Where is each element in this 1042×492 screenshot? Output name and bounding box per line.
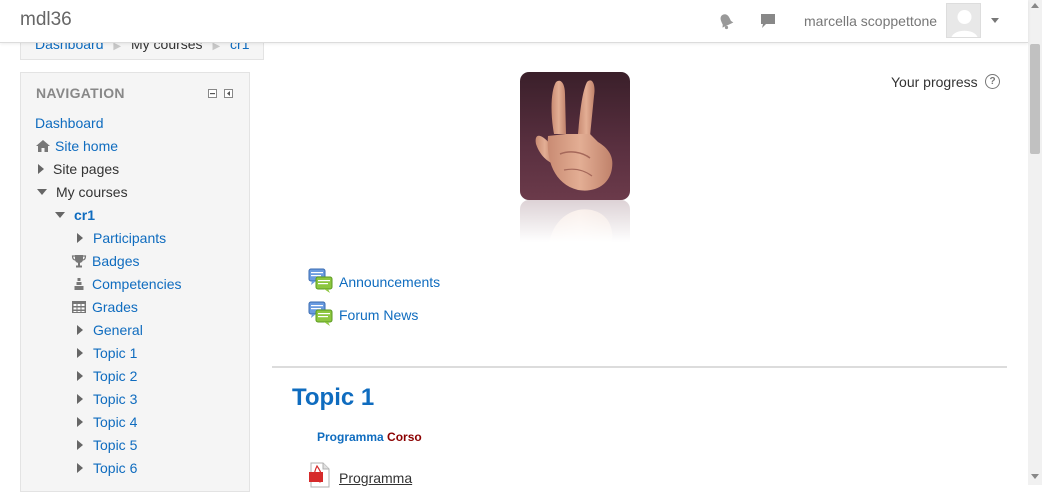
nav-topic-label: Topic 6: [93, 460, 138, 476]
competency-icon: [74, 278, 84, 290]
course-content: Your progress ? Announcements Forum News…: [272, 42, 1007, 488]
caret-right-icon: [77, 371, 83, 381]
site-name[interactable]: mdl36: [20, 9, 72, 31]
caret-right-icon: [77, 417, 83, 427]
avatar[interactable]: [946, 3, 981, 38]
scroll-up-icon[interactable]: [1031, 3, 1039, 8]
caret-right-icon: [38, 164, 44, 174]
summary-part-2: Corso: [387, 430, 422, 444]
caret-right-icon: [77, 233, 83, 243]
forum-icon: [308, 301, 333, 326]
caret-right-icon: [77, 463, 83, 473]
home-icon: [36, 140, 50, 152]
nav-topic-2[interactable]: Topic 2: [77, 368, 137, 384]
forum-icon: [308, 268, 333, 293]
caret-down-icon: [55, 212, 65, 218]
nav-competencies[interactable]: Competencies: [71, 276, 182, 292]
scroll-down-icon[interactable]: [1031, 474, 1039, 479]
summary-part-1: Programma: [317, 430, 384, 444]
navigation-block-title: NAVIGATION: [36, 85, 125, 101]
nav-topic-label: Topic 1: [93, 345, 138, 361]
nav-topic-3[interactable]: Topic 3: [77, 391, 137, 407]
nav-site-pages-label: Site pages: [53, 161, 120, 177]
your-progress-label: Your progress: [891, 74, 978, 90]
user-name[interactable]: marcella scoppettone: [804, 13, 937, 29]
nav-topic-label: Topic 3: [93, 391, 138, 407]
pdf-icon: [309, 462, 330, 488]
nav-participants-label: Participants: [93, 230, 167, 246]
nav-competencies-label: Competencies: [92, 276, 182, 292]
nav-course-cr1[interactable]: cr1: [55, 207, 95, 223]
dock-block-icon[interactable]: [224, 89, 233, 98]
top-navbar: mdl36 marcella scoppettone: [0, 0, 1028, 43]
nav-topic-6[interactable]: Topic 6: [77, 460, 137, 476]
nav-site-home[interactable]: Site home: [35, 138, 118, 154]
caret-right-icon: [77, 348, 83, 358]
nav-participants[interactable]: Participants: [77, 230, 166, 246]
help-icon[interactable]: ?: [985, 74, 1000, 89]
nav-my-courses-label: My courses: [56, 184, 128, 200]
section-title[interactable]: Topic 1: [292, 384, 374, 412]
nav-site-pages[interactable]: Site pages: [38, 161, 119, 177]
nav-course-cr1-label: cr1: [74, 207, 96, 223]
course-image: [520, 72, 630, 328]
activity-label: Announcements: [339, 274, 441, 290]
section-divider: [272, 366, 1007, 368]
nav-badges[interactable]: Badges: [71, 253, 139, 269]
nav-topic-1[interactable]: Topic 1: [77, 345, 137, 361]
caret-right-icon: [77, 325, 83, 335]
nav-badges-label: Badges: [92, 253, 140, 269]
scrollbar-thumb[interactable]: [1030, 44, 1040, 154]
nav-grades[interactable]: Grades: [71, 299, 138, 315]
nav-dashboard[interactable]: Dashboard: [35, 115, 104, 131]
trophy-icon: [71, 255, 87, 268]
nav-topic-5[interactable]: Topic 5: [77, 437, 137, 453]
nav-topic-label: Topic 4: [93, 414, 138, 430]
chat-icon[interactable]: [759, 12, 777, 30]
caret-right-icon: [77, 394, 83, 404]
bell-icon[interactable]: [717, 12, 735, 30]
nav-general[interactable]: General: [77, 322, 143, 338]
nav-topic-label: Topic 5: [93, 437, 138, 453]
chevron-down-icon[interactable]: [991, 18, 999, 23]
caret-right-icon: [77, 440, 83, 450]
page-scrollbar[interactable]: [1028, 0, 1042, 485]
caret-down-icon: [37, 189, 47, 195]
nav-my-courses[interactable]: My courses: [37, 184, 128, 200]
section-summary: Programma Corso: [317, 430, 422, 444]
nav-site-home-label: Site home: [55, 138, 119, 154]
nav-topic-4[interactable]: Topic 4: [77, 414, 137, 430]
nav-grades-label: Grades: [92, 299, 138, 315]
resource-label: Programma: [339, 470, 413, 486]
nav-general-label: General: [93, 322, 143, 338]
nav-topic-label: Topic 2: [93, 368, 138, 384]
navigation-block: NAVIGATION Dashboard Site home Site page…: [20, 72, 250, 492]
collapse-block-icon[interactable]: [208, 89, 217, 98]
table-icon: [72, 301, 86, 313]
activity-label: Forum News: [339, 307, 419, 323]
